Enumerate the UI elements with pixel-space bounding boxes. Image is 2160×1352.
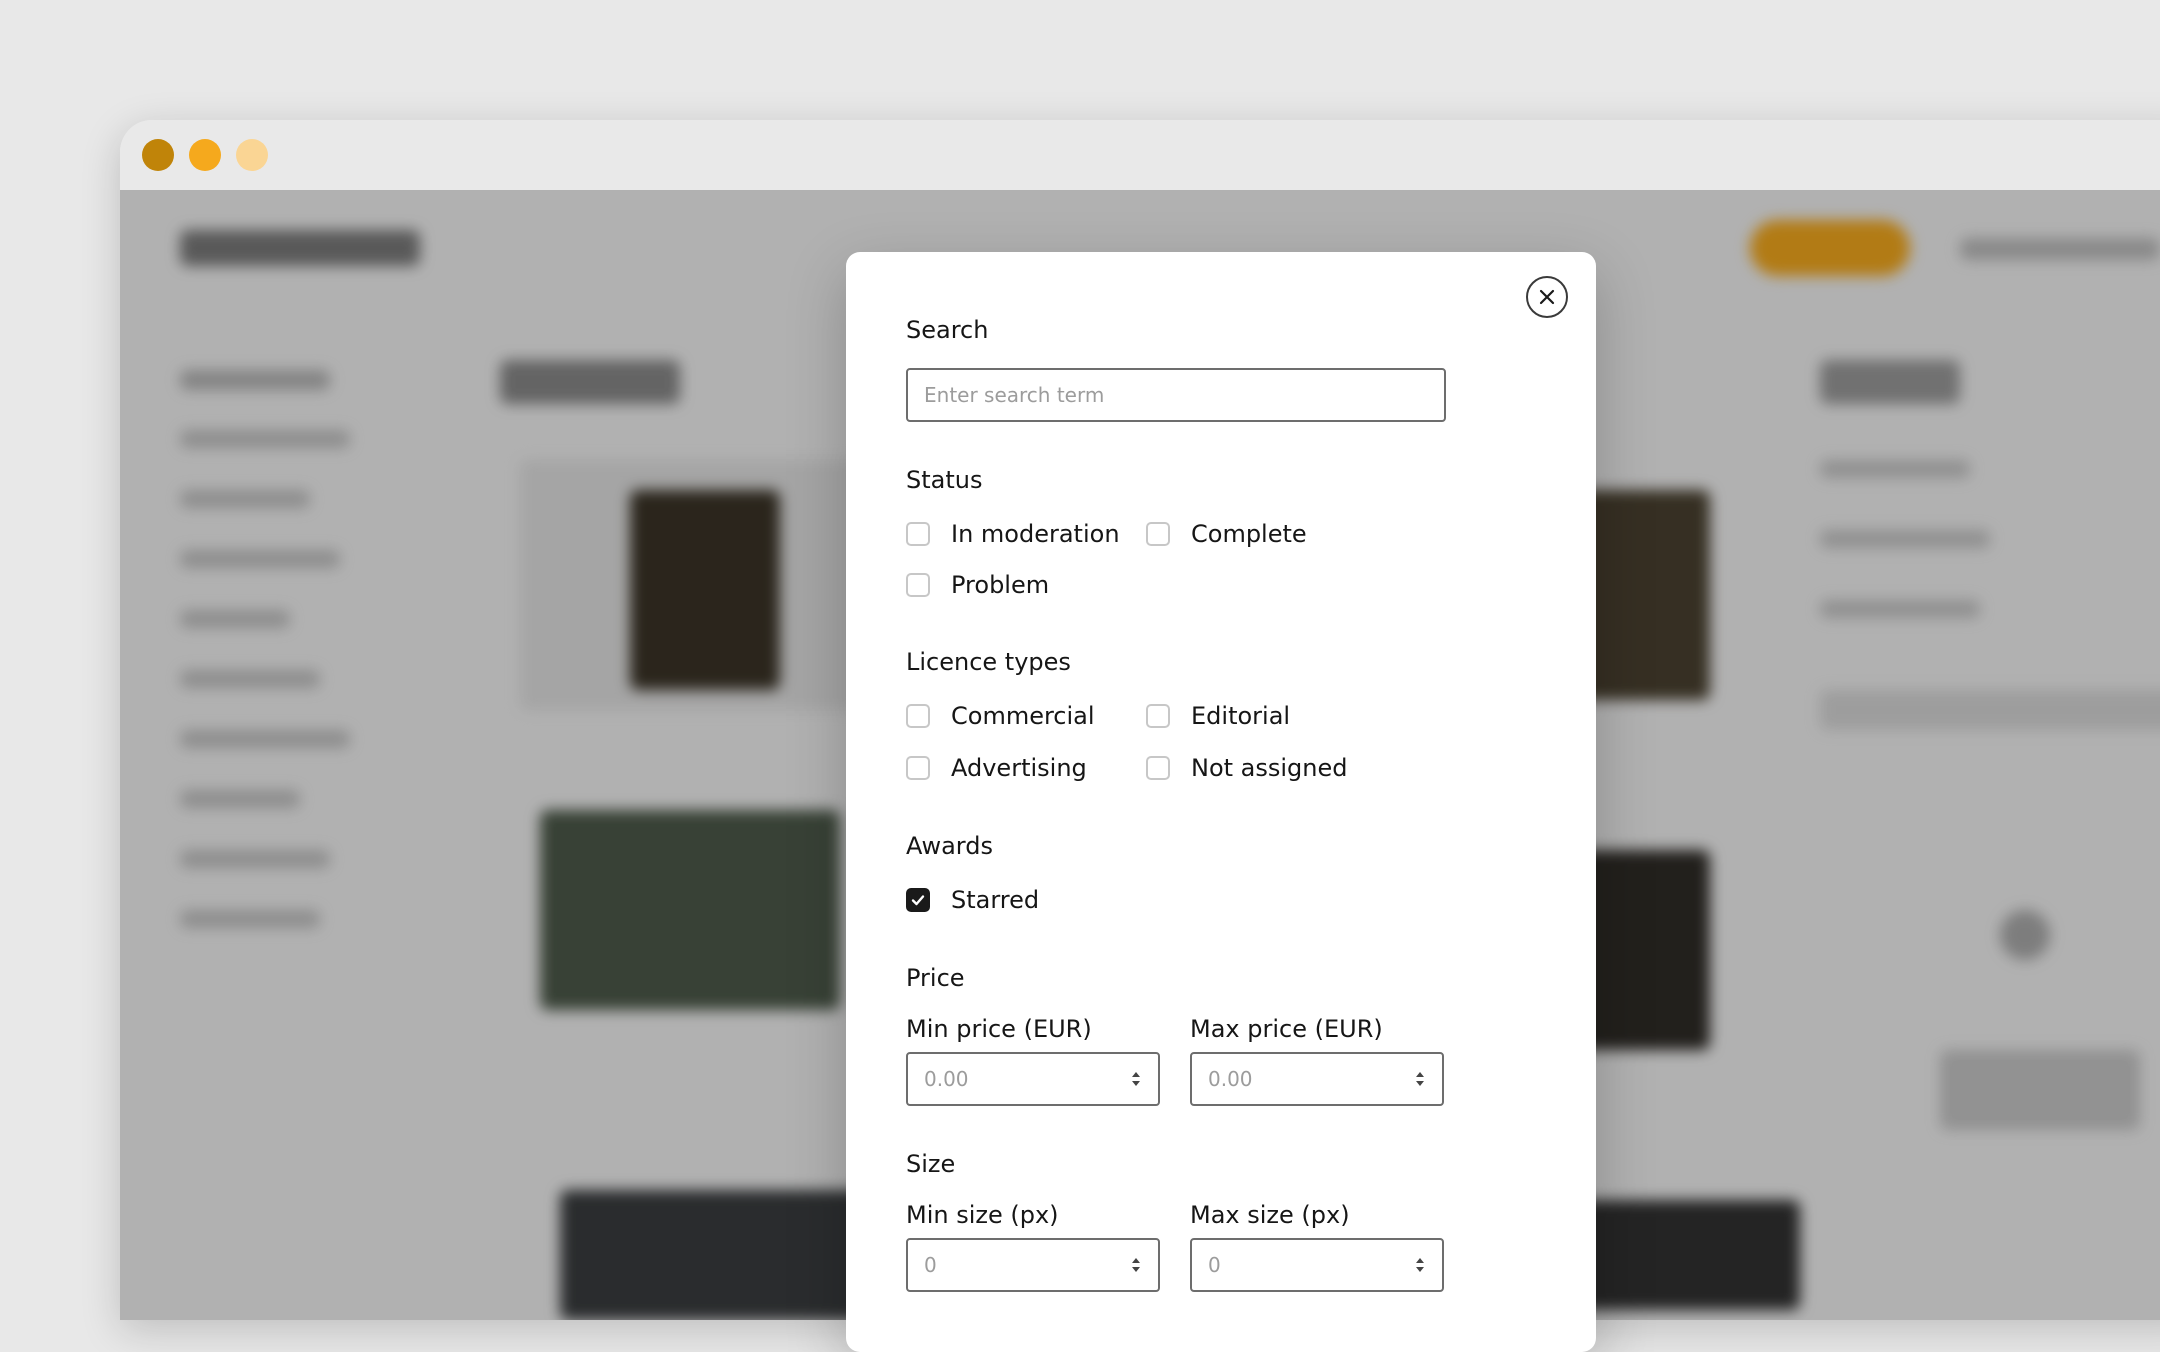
editorial-checkbox[interactable] (1146, 704, 1170, 728)
window-minimize-button[interactable] (189, 139, 221, 171)
price-label: Price (906, 964, 965, 992)
min-size-field (906, 1238, 1160, 1292)
status-problem-option[interactable]: Problem (906, 569, 1049, 601)
problem-checkbox[interactable] (906, 573, 930, 597)
problem-label: Problem (951, 571, 1050, 599)
checkmark-icon (911, 895, 925, 906)
starred-label: Starred (951, 886, 1040, 914)
min-price-label: Min price (EUR) (906, 1015, 1092, 1043)
licence-advertising-option[interactable]: Advertising (906, 752, 1087, 784)
starred-checkbox[interactable] (906, 888, 930, 912)
number-spinner-icon[interactable] (1130, 1067, 1142, 1091)
number-spinner-icon[interactable] (1414, 1067, 1426, 1091)
number-spinner-icon[interactable] (1414, 1253, 1426, 1277)
advertising-checkbox[interactable] (906, 756, 930, 780)
min-price-field (906, 1052, 1160, 1106)
filter-modal: Search Status In moderation Complete Pro… (846, 252, 1596, 1352)
editorial-label: Editorial (1191, 702, 1291, 730)
complete-checkbox[interactable] (1146, 522, 1170, 546)
window-close-button[interactable] (142, 139, 174, 171)
min-size-input[interactable] (906, 1238, 1160, 1292)
not-assigned-label: Not assigned (1191, 754, 1348, 782)
min-size-label: Min size (px) (906, 1201, 1059, 1229)
max-size-label: Max size (px) (1190, 1201, 1350, 1229)
max-size-field (1190, 1238, 1444, 1292)
not-assigned-checkbox[interactable] (1146, 756, 1170, 780)
status-in-moderation-option[interactable]: In moderation (906, 518, 1120, 550)
title-bar (120, 120, 2160, 190)
window-maximize-button[interactable] (236, 139, 268, 171)
licence-commercial-option[interactable]: Commercial (906, 700, 1095, 732)
close-icon (1539, 289, 1555, 305)
licence-not-assigned-option[interactable]: Not assigned (1146, 752, 1348, 784)
search-label: Search (906, 316, 989, 344)
status-label: Status (906, 466, 983, 494)
in-moderation-checkbox[interactable] (906, 522, 930, 546)
number-spinner-icon[interactable] (1130, 1253, 1142, 1277)
max-price-field (1190, 1052, 1444, 1106)
commercial-checkbox[interactable] (906, 704, 930, 728)
close-button[interactable] (1526, 276, 1568, 318)
commercial-label: Commercial (951, 702, 1095, 730)
size-label: Size (906, 1150, 956, 1178)
search-input[interactable] (906, 368, 1446, 422)
advertising-label: Advertising (951, 754, 1087, 782)
awards-label: Awards (906, 832, 993, 860)
max-price-input[interactable] (1190, 1052, 1444, 1106)
max-price-label: Max price (EUR) (1190, 1015, 1383, 1043)
status-complete-option[interactable]: Complete (1146, 518, 1307, 550)
complete-label: Complete (1191, 520, 1307, 548)
max-size-input[interactable] (1190, 1238, 1444, 1292)
awards-starred-option[interactable]: Starred (906, 884, 1039, 916)
licence-types-label: Licence types (906, 648, 1071, 676)
in-moderation-label: In moderation (951, 520, 1120, 548)
min-price-input[interactable] (906, 1052, 1160, 1106)
licence-editorial-option[interactable]: Editorial (1146, 700, 1290, 732)
